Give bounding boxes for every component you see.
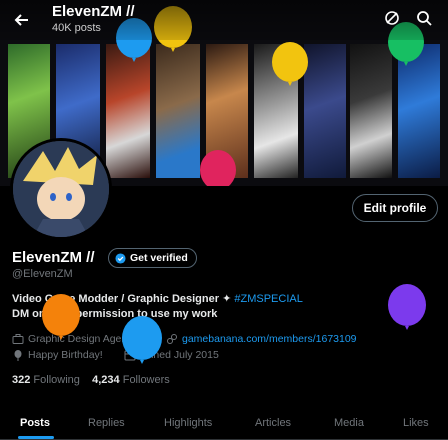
get-verified-button[interactable]: Get verified	[108, 248, 197, 268]
avatar-image	[13, 141, 109, 237]
back-button[interactable]	[8, 6, 36, 34]
tab-articles[interactable]: Articles	[255, 406, 291, 439]
tab-highlights[interactable]: Highlights	[164, 406, 212, 439]
display-name: ElevenZM //	[12, 249, 95, 266]
search-button[interactable]	[410, 4, 438, 32]
tab-likes[interactable]: Likes	[403, 406, 429, 439]
followers-label: Followers	[122, 374, 170, 386]
following-count: 322	[12, 374, 31, 386]
profile-tabs: Posts Replies Highlights Articles Media …	[0, 406, 448, 440]
tab-media[interactable]: Media	[334, 406, 364, 439]
following-link[interactable]: 322 Following	[12, 374, 80, 386]
tab-replies[interactable]: Replies	[88, 406, 125, 439]
header-title: ElevenZM //	[52, 3, 135, 20]
handle: @ElevenZM	[12, 268, 73, 280]
get-verified-label: Get verified	[130, 252, 188, 264]
shuffle-button[interactable]	[378, 4, 406, 32]
followers-count: 4,234	[92, 374, 120, 386]
briefcase-icon	[12, 334, 24, 344]
balloon-icon	[42, 294, 80, 340]
link-icon	[167, 334, 177, 344]
avatar[interactable]	[10, 138, 112, 240]
balloon-icon	[200, 150, 236, 186]
tab-posts[interactable]: Posts	[20, 406, 50, 439]
balloon-icon	[122, 316, 162, 364]
header-post-count: 40K posts	[52, 22, 101, 34]
banner-character-7	[304, 44, 346, 178]
birthday-label: Happy Birthday!	[28, 349, 103, 361]
banner-character-4	[156, 44, 200, 178]
following-label: Following	[33, 374, 80, 386]
follow-counts: 322 Following 4,234 Followers	[12, 374, 170, 386]
shuffle-icon	[385, 11, 399, 25]
balloon-icon	[14, 350, 22, 361]
profile-website[interactable]: gamebanana.com/members/1673109	[166, 333, 357, 345]
followers-link[interactable]: 4,234 Followers	[92, 374, 170, 386]
edit-profile-button[interactable]: Edit profile	[352, 194, 438, 222]
back-arrow-icon	[14, 14, 28, 26]
balloon-icon	[272, 42, 308, 86]
bio-hashtag-link[interactable]: #ZMSPECIAL	[234, 293, 302, 305]
balloon-icon	[388, 284, 426, 330]
search-icon	[417, 11, 432, 26]
website-link[interactable]: gamebanana.com/members/1673109	[182, 333, 357, 345]
verified-badge-icon	[115, 252, 126, 264]
profile-birthday: Happy Birthday!	[12, 349, 103, 361]
